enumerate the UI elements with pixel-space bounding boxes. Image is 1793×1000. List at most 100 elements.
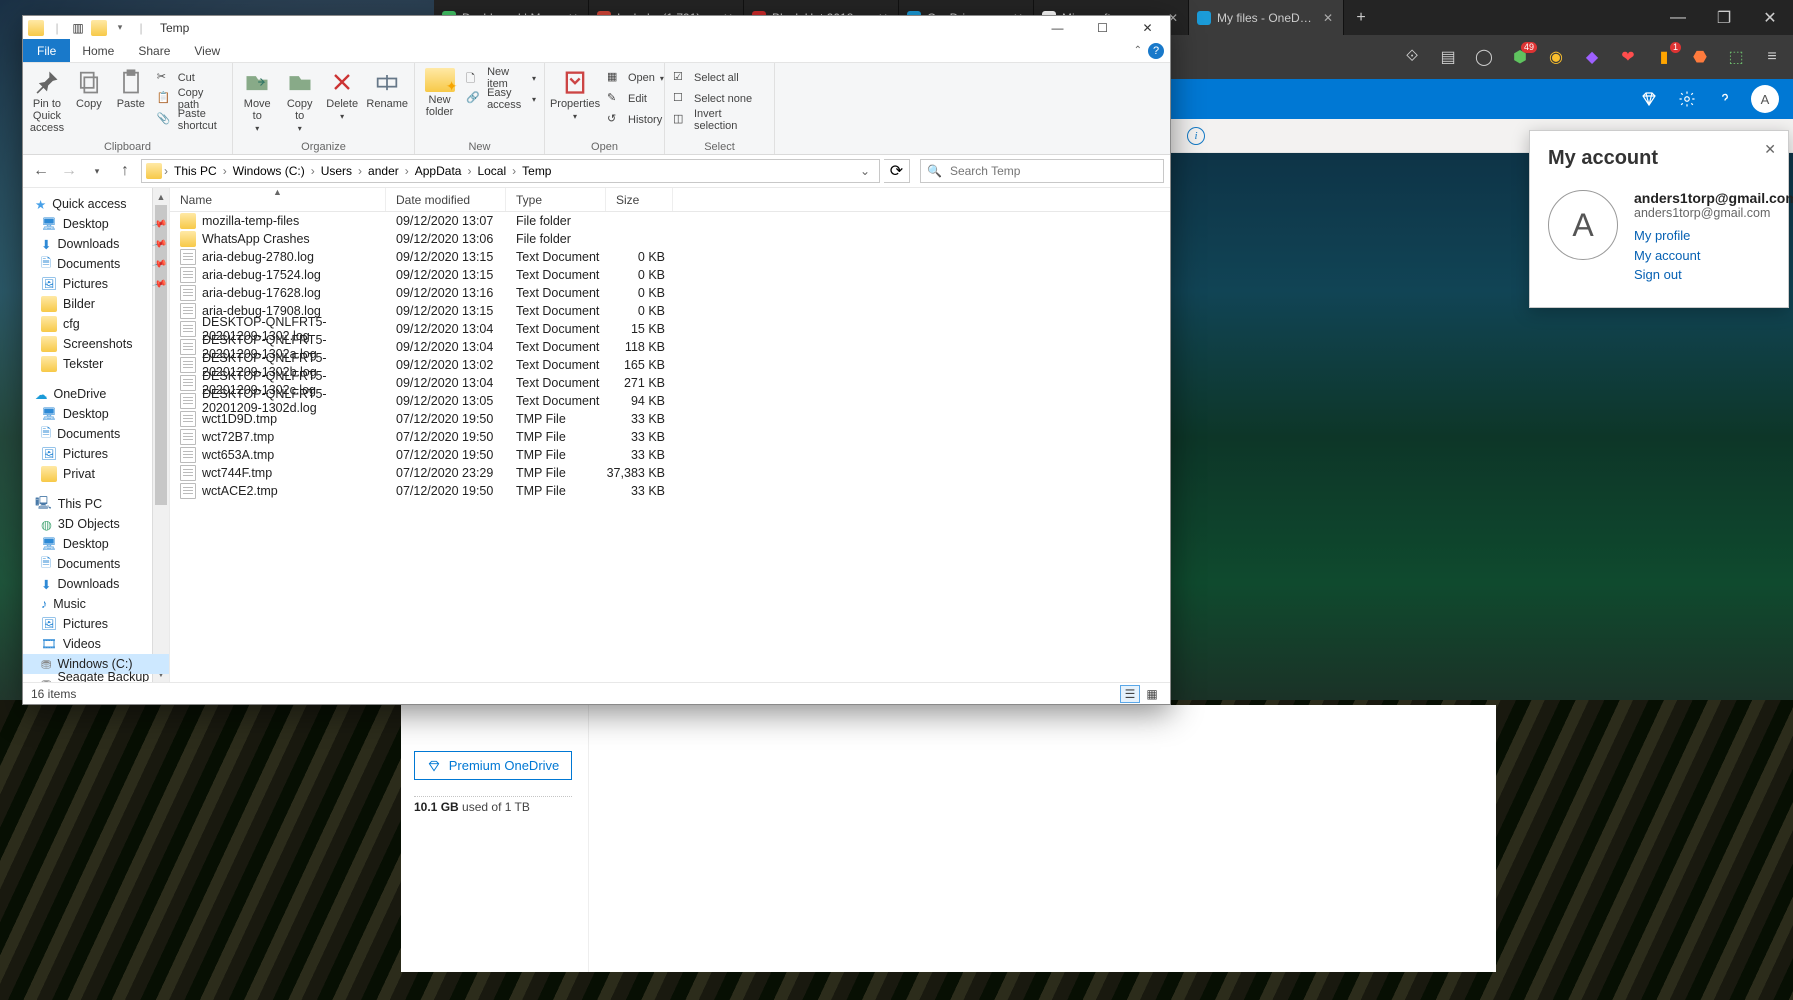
copy-path-button[interactable]: 📋Copy path — [155, 89, 226, 109]
profile-icon[interactable]: ◯ — [1473, 46, 1495, 68]
new-item-button[interactable]: 🗋New item ▾ — [464, 68, 538, 88]
ext-chrome-icon[interactable]: ◉ — [1545, 46, 1567, 68]
history-button[interactable]: ↺History — [605, 110, 666, 130]
nav-item[interactable]: 🗎 Documents — [23, 554, 169, 574]
col-size[interactable]: Size — [606, 188, 673, 211]
delete-button[interactable]: Delete▾ — [324, 66, 360, 121]
paste-button[interactable]: Paste — [113, 66, 149, 110]
refresh-button[interactable]: ⟳ — [884, 159, 910, 183]
properties-button[interactable]: Properties▾ — [551, 66, 599, 121]
edit-button[interactable]: ✎Edit — [605, 89, 666, 109]
chevron-right-icon[interactable]: › — [223, 164, 227, 178]
copy-to-button[interactable]: Copy to▾ — [281, 66, 317, 133]
collapse-ribbon-icon[interactable]: ⌃ — [1134, 45, 1142, 56]
browser-tab[interactable]: My files - OneDrive✕ — [1189, 0, 1344, 35]
file-row[interactable]: wct72B7.tmp07/12/2020 19:50TMP File33 KB — [170, 428, 1170, 446]
tab-file[interactable]: File — [23, 39, 70, 62]
chevron-right-icon[interactable]: › — [512, 164, 516, 178]
nav-item[interactable]: 🖥 Desktop — [23, 534, 169, 554]
search-input[interactable] — [948, 163, 1157, 179]
navigation-pane[interactable]: ▲ ▼ ★ Quick access🖥 Desktop📌⬇ Downloads📌… — [23, 188, 170, 682]
help-icon[interactable]: ? — [1148, 43, 1164, 59]
nav-item[interactable]: 🎞 Videos — [23, 634, 169, 654]
details-view-icon[interactable]: ☰ — [1120, 685, 1140, 703]
nav-section-head[interactable]: 🖳 This PC — [23, 494, 169, 514]
tab-share[interactable]: Share — [126, 39, 182, 62]
col-type[interactable]: Type — [506, 188, 606, 211]
library-icon[interactable]: ⟐ — [1401, 46, 1423, 68]
breadcrumb-segment[interactable]: Local — [473, 164, 510, 178]
nav-item[interactable]: 🗎 Documents — [23, 424, 169, 444]
breadcrumb-segment[interactable]: Users — [317, 164, 356, 178]
move-to-button[interactable]: Move to▾ — [239, 66, 275, 133]
cut-button[interactable]: ✂Cut — [155, 68, 226, 88]
nav-item[interactable]: ⛃ Seagate Backup Plus — [23, 674, 169, 682]
nav-item[interactable]: Screenshots — [23, 334, 169, 354]
forward-button[interactable]: → — [57, 159, 81, 183]
close-tab-icon[interactable]: ✕ — [1321, 11, 1335, 25]
file-row[interactable]: WhatsApp Crashes09/12/2020 13:06File fol… — [170, 230, 1170, 248]
chevron-right-icon[interactable]: › — [358, 164, 362, 178]
nav-item[interactable]: 🖼 Pictures — [23, 614, 169, 634]
file-row[interactable]: wct1D9D.tmp07/12/2020 19:50TMP File33 KB — [170, 410, 1170, 428]
close-button[interactable]: ✕ — [1125, 16, 1170, 39]
select-none-button[interactable]: ☐Select none — [671, 89, 768, 109]
breadcrumb-segment[interactable]: AppData — [411, 164, 466, 178]
ext-heart-icon[interactable]: ❤ — [1617, 46, 1639, 68]
nav-item[interactable]: Tekster — [23, 354, 169, 374]
col-date[interactable]: Date modified — [386, 188, 506, 211]
column-headers[interactable]: ▲Name Date modified Type Size — [170, 188, 1170, 212]
chevron-right-icon[interactable]: › — [311, 164, 315, 178]
ext-pin-icon[interactable]: ▮1 — [1653, 46, 1675, 68]
large-icons-view-icon[interactable]: ▦ — [1142, 685, 1162, 703]
nav-item[interactable]: 🖼 Pictures📌 — [23, 274, 169, 294]
nav-item[interactable]: 🖥 Desktop — [23, 404, 169, 424]
copy-button[interactable]: Copy — [71, 66, 107, 110]
close-button[interactable]: ✕ — [1747, 0, 1793, 35]
file-row[interactable]: wctACE2.tmp07/12/2020 19:50TMP File33 KB — [170, 482, 1170, 500]
settings-gear-icon[interactable] — [1675, 87, 1699, 111]
my-profile-link[interactable]: My profile — [1634, 226, 1793, 246]
breadcrumb-segment[interactable]: Temp — [518, 164, 555, 178]
nav-item[interactable]: Bilder — [23, 294, 169, 314]
chevron-right-icon[interactable]: › — [467, 164, 471, 178]
chevron-right-icon[interactable]: › — [405, 164, 409, 178]
premium-diamond-icon[interactable] — [1637, 87, 1661, 111]
tab-home[interactable]: Home — [70, 39, 126, 62]
maximize-button[interactable]: ☐ — [1080, 16, 1125, 39]
nav-item[interactable]: ◍ 3D Objects — [23, 514, 169, 534]
file-row[interactable]: DESKTOP-QNLFRT5-20201209-1302d.log09/12/… — [170, 392, 1170, 410]
nav-item[interactable]: cfg — [23, 314, 169, 334]
minimize-button[interactable]: — — [1035, 16, 1080, 39]
tab-view[interactable]: View — [182, 39, 232, 62]
settings-menu-icon[interactable]: ≡ — [1761, 46, 1783, 68]
sign-out-link[interactable]: Sign out — [1634, 265, 1793, 285]
file-row[interactable]: wct744F.tmp07/12/2020 23:29TMP File37,38… — [170, 464, 1170, 482]
minimize-button[interactable]: — — [1655, 0, 1701, 35]
nav-item[interactable]: 🖥 Desktop📌 — [23, 214, 169, 234]
nav-item[interactable]: ⬇ Downloads📌 — [23, 234, 169, 254]
easy-access-button[interactable]: 🔗Easy access ▾ — [464, 89, 538, 109]
close-icon[interactable]: ✕ — [1764, 141, 1776, 158]
breadcrumb-segment[interactable]: Windows (C:) — [229, 164, 309, 178]
ext-shield-icon[interactable]: ⬣ — [1689, 46, 1711, 68]
nav-item[interactable]: Privat — [23, 464, 169, 484]
back-button[interactable]: ← — [29, 159, 53, 183]
help-icon[interactable] — [1713, 87, 1737, 111]
col-name[interactable]: ▲Name — [170, 188, 386, 211]
account-avatar[interactable]: A — [1751, 85, 1779, 113]
pin-quick-access-button[interactable]: Pin to Quick access — [29, 66, 65, 134]
ext-tabout-icon[interactable]: ◆ — [1581, 46, 1603, 68]
nav-item[interactable]: 🗎 Documents📌 — [23, 254, 169, 274]
breadcrumb-segment[interactable]: This PC — [170, 164, 221, 178]
file-row[interactable]: mozilla-temp-files09/12/2020 13:07File f… — [170, 212, 1170, 230]
address-dropdown-icon[interactable]: ⌄ — [855, 164, 875, 178]
info-icon[interactable]: i — [1187, 127, 1205, 145]
qat-prop-icon[interactable]: ▥ — [69, 19, 87, 37]
nav-section-head[interactable]: ☁ OneDrive — [23, 384, 169, 404]
new-tab-button[interactable]: + — [1344, 0, 1378, 35]
nav-item[interactable]: ♪ Music — [23, 594, 169, 614]
breadcrumb-segment[interactable]: ander — [364, 164, 403, 178]
file-row[interactable]: wct653A.tmp07/12/2020 19:50TMP File33 KB — [170, 446, 1170, 464]
nav-section-head[interactable]: ★ Quick access — [23, 194, 169, 214]
